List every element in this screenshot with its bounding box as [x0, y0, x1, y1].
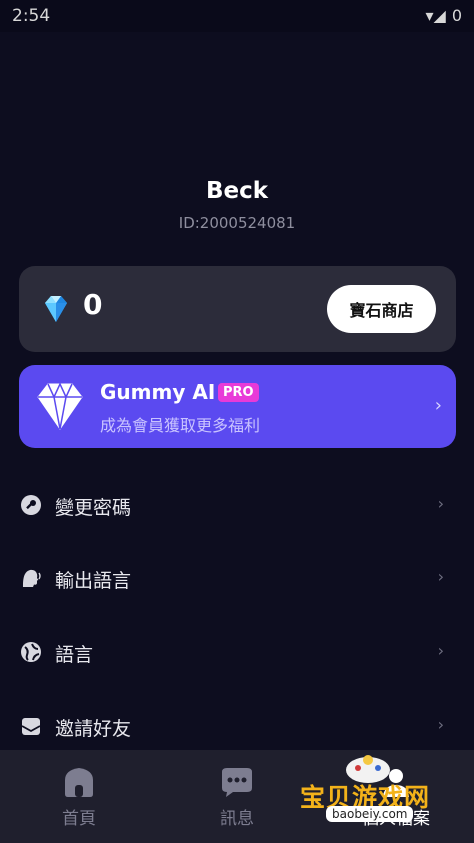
profile-name: Beck: [205, 178, 269, 204]
tab-label: 訊息: [220, 809, 254, 829]
menu-item-change-password[interactable]: 變更密碼 ›: [0, 477, 474, 533]
watermark-logo: 宝贝游戏网 baobeiy.com: [298, 750, 466, 842]
menu-item-language[interactable]: 語言 ›: [0, 624, 474, 680]
chevron-right-icon: ›: [437, 715, 444, 734]
home-icon: [65, 768, 93, 797]
menu-item-label: 變更密碼: [55, 497, 132, 519]
menu-item-invite-friends[interactable]: 邀請好友 ›: [0, 698, 474, 754]
watermark-url: baobeiy.com: [326, 806, 414, 822]
pro-banner-title: Gummy AI: [100, 380, 216, 404]
chat-icon: [222, 768, 252, 797]
gem-count: 0: [83, 288, 103, 321]
chevron-right-icon: ›: [437, 567, 444, 586]
profile-id: ID:2000524081: [178, 214, 296, 232]
status-time: 2:54: [12, 6, 51, 26]
tab-messages[interactable]: 訊息: [187, 764, 287, 834]
status-bar: 2:54 ▾◢ 0: [0, 0, 474, 32]
tab-home[interactable]: 首頁: [29, 764, 129, 834]
gem-wallet-card: 0 寶石商店: [19, 266, 456, 352]
menu-item-label: 邀請好友: [55, 718, 132, 740]
menu-item-output-language[interactable]: 輸出語言 ›: [0, 550, 474, 606]
battery-icon: 0: [451, 6, 462, 25]
key-icon: [21, 495, 41, 515]
diamond-outline-icon: [37, 382, 83, 430]
signal-icon: ▾◢: [425, 6, 446, 25]
pro-banner-subtitle: 成為會員獲取更多福利: [100, 416, 261, 435]
mail-icon: [21, 718, 41, 735]
tab-label: 首頁: [62, 809, 96, 829]
menu-item-label: 輸出語言: [55, 570, 132, 592]
chevron-right-icon: ›: [437, 641, 444, 660]
globe-icon: [21, 642, 41, 662]
chevron-right-icon: ›: [434, 395, 442, 416]
pro-badge: PRO: [218, 383, 259, 402]
chevron-right-icon: ›: [437, 494, 444, 513]
status-icons: ▾◢ 0: [425, 6, 462, 25]
gem-shop-button[interactable]: 寶石商店: [327, 285, 436, 333]
menu-item-label: 語言: [55, 644, 94, 666]
diamond-icon: [45, 296, 67, 322]
pro-membership-banner[interactable]: Gummy AI PRO 成為會員獲取更多福利 ›: [19, 365, 456, 448]
speaking-head-icon: [23, 569, 41, 587]
